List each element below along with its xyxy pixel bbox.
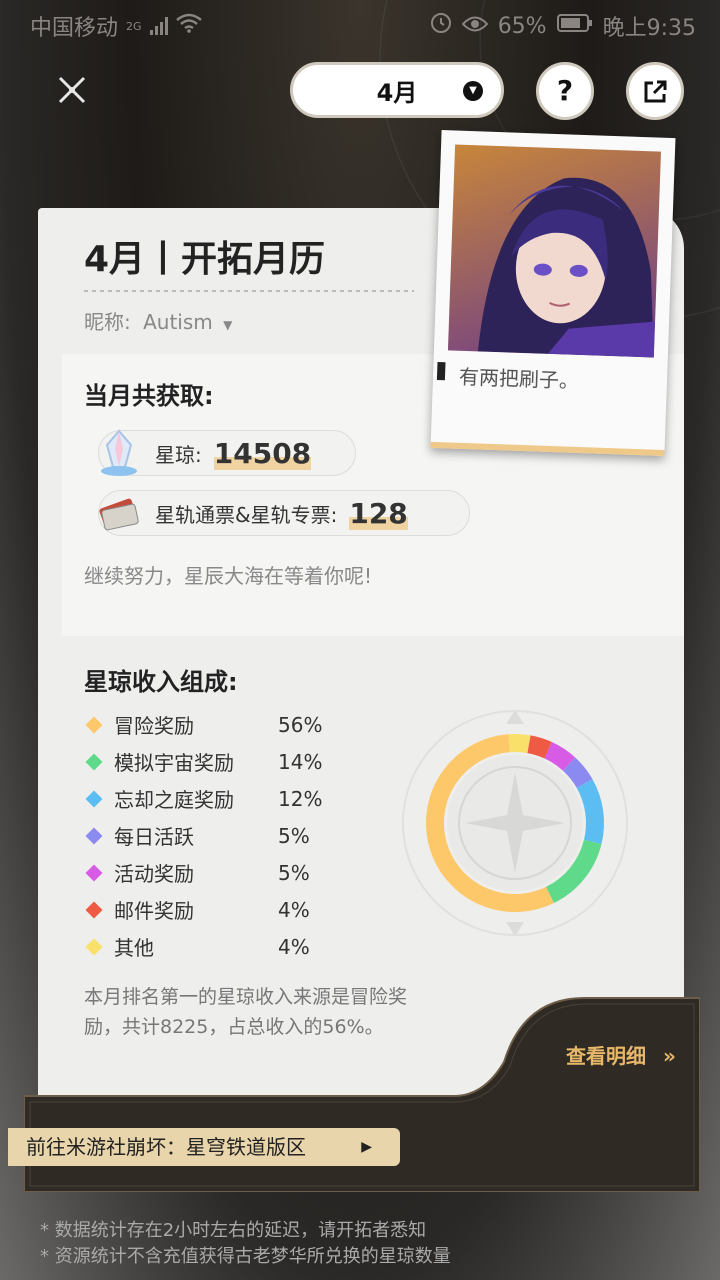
legend-percent: 4% (278, 934, 310, 959)
view-detail-link[interactable]: 查看明细 » (566, 1040, 676, 1069)
legend-swatch (85, 790, 103, 807)
legend-item: 其他 4% (84, 928, 334, 965)
legend-label: 其他 (114, 936, 154, 960)
view-detail-label: 查看明细 (566, 1044, 646, 1068)
play-arrow-icon: ▶ (361, 1139, 372, 1155)
month-selector[interactable]: 4月 ▼ (290, 62, 504, 118)
footnote-exclusion: * 资源统计不含充值获得古老梦华所兑换的星琼数量 (40, 1246, 451, 1267)
donut-slice (527, 735, 552, 759)
legend-percent: 14% (278, 749, 323, 774)
nickname-label: 昵称: (84, 310, 131, 334)
stellar-jade-label: 星琼: (155, 442, 202, 467)
month-selector-label: 4月 (376, 78, 418, 107)
legend-label: 邮件奖励 (114, 899, 194, 923)
income-title: 星琼收入组成: (84, 668, 238, 696)
legend-label: 每日活跃 (114, 825, 194, 849)
income-legend: 冒险奖励 56% 模拟宇宙奖励 14% 忘却之庭奖励 12% 每日活跃 5% 活动奖励 5% 邮件奖… (84, 706, 334, 965)
legend-label: 活动奖励 (114, 862, 194, 886)
legend-item: 冒险奖励 56% (84, 706, 334, 743)
legend-percent: 5% (278, 860, 310, 885)
legend-item: 邮件奖励 4% (84, 891, 334, 928)
legend-percent: 5% (278, 823, 310, 848)
encourage-text: 继续努力，星辰大海在等着你呢! (84, 564, 373, 588)
donut-slice (508, 734, 531, 754)
question-icon: ? (556, 74, 574, 107)
goto-forum-button[interactable]: 前往米游社崩坏：星穹铁道版区 ▶ (8, 1128, 400, 1166)
polaroid-caption: 有两把刷子。 (458, 364, 580, 393)
footnote-delay: * 数据统计存在2小时左右的延迟，请开拓者悉知 (40, 1220, 427, 1241)
caret-down-icon: ▼ (223, 318, 233, 332)
legend-swatch (85, 938, 103, 955)
legend-label: 模拟宇宙奖励 (114, 751, 234, 775)
legend-swatch (85, 716, 103, 733)
legend-item: 每日活跃 5% (84, 817, 334, 854)
close-button[interactable] (52, 70, 92, 110)
legend-label: 冒险奖励 (114, 714, 194, 738)
nickname-value: Autism (143, 310, 213, 334)
character-portrait (447, 144, 661, 358)
legend-label: 忘却之庭奖励 (114, 788, 234, 812)
pass-pill: 星轨通票&星轨专票: 128 (98, 490, 470, 536)
share-icon (644, 80, 667, 103)
legend-percent: 56% (278, 712, 323, 737)
pass-ticket-icon (99, 498, 139, 531)
gain-title: 当月共获取: (84, 382, 214, 410)
goto-forum-label: 前往米游社崩坏：星穹铁道版区 (26, 1135, 306, 1159)
pass-label: 星轨通票&星轨专票: (155, 502, 338, 527)
help-button[interactable]: ? (536, 62, 594, 120)
nickname-selector[interactable]: 昵称: Autism ▼ (84, 306, 232, 335)
income-donut-chart (390, 708, 640, 938)
title-divider (84, 290, 414, 292)
chevron-down-icon: ▼ (463, 81, 483, 101)
legend-swatch (85, 827, 103, 844)
stellar-jade-value: 14508 (213, 436, 312, 470)
donut-slice (544, 742, 576, 771)
donut-slice (562, 757, 593, 789)
legend-swatch (85, 901, 103, 918)
share-button[interactable] (626, 62, 684, 120)
legend-item: 活动奖励 5% (84, 854, 334, 891)
legend-percent: 12% (278, 786, 323, 811)
donut-svg (402, 710, 628, 936)
legend-swatch (85, 753, 103, 770)
donut-slice (576, 779, 604, 845)
legend-swatch (85, 864, 103, 881)
legend-percent: 4% (278, 897, 310, 922)
close-icon (58, 76, 86, 104)
character-polaroid: 有两把刷子。 (430, 130, 676, 456)
stellar-jade-icon (101, 429, 137, 476)
card-title: 4月丨开拓月历 (84, 239, 326, 280)
legend-item: 模拟宇宙奖励 14% (84, 743, 334, 780)
double-chevron-right-icon: » (662, 1044, 676, 1068)
legend-item: 忘却之庭奖励 12% (84, 780, 334, 817)
stellar-jade-pill: 星琼: 14508 (98, 429, 356, 476)
caption-marker (436, 362, 446, 381)
pass-value: 128 (349, 496, 408, 530)
